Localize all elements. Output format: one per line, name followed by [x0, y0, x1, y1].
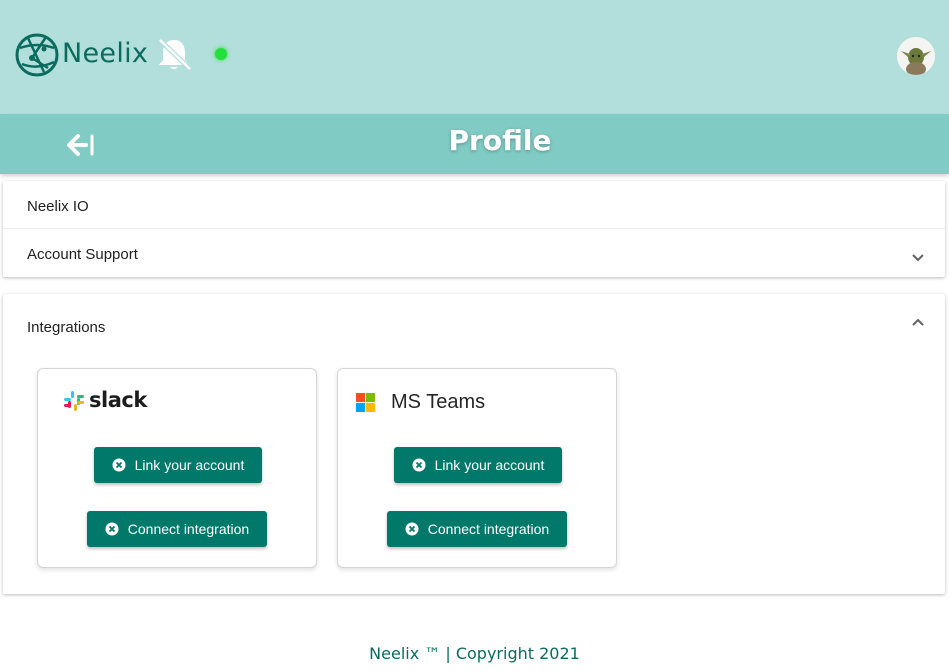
- chevron-up-icon: [912, 318, 924, 326]
- cancel-circle-icon: [105, 522, 119, 536]
- cancel-circle-icon: [412, 458, 426, 472]
- cancel-circle-icon: [405, 522, 419, 536]
- msteams-integration-card: MS Teams Link your account Connect integ…: [337, 368, 617, 568]
- msteams-connect-integration-label: Connect integration: [427, 521, 550, 537]
- msteams-link-account-button[interactable]: Link your account: [394, 447, 562, 483]
- section-integrations-label: Integrations: [27, 319, 106, 336]
- online-status-indicator: [215, 48, 227, 60]
- slack-connect-integration-label: Connect integration: [127, 521, 250, 537]
- slack-label: slack: [89, 388, 147, 412]
- msteams-link-account-label: Link your account: [434, 457, 545, 473]
- chevron-down-icon: [912, 254, 924, 262]
- section-account-support[interactable]: Account Support: [3, 229, 945, 277]
- page-title: Profile: [448, 124, 552, 157]
- section-account-support-label: Account Support: [27, 246, 138, 263]
- microsoft-icon: [356, 393, 375, 412]
- slack-connect-integration-button[interactable]: Connect integration: [87, 511, 267, 547]
- cancel-circle-icon: [112, 458, 126, 472]
- section-neelix-io-label: Neelix IO: [27, 198, 89, 215]
- avatar[interactable]: [897, 37, 935, 75]
- neelix-logo-icon: [15, 33, 59, 77]
- integrations-panel: Integrations slack Link your account Con…: [3, 294, 945, 594]
- brand-name: Neelix: [62, 38, 149, 69]
- msteams-connect-integration-button[interactable]: Connect integration: [387, 511, 567, 547]
- top-app-bar: Neelix: [0, 0, 949, 114]
- footer-copyright: Neelix ™ | Copyright 2021: [369, 644, 580, 663]
- profile-sections-panel: Neelix IO Account Support: [3, 181, 945, 277]
- slack-icon: [64, 391, 84, 411]
- slack-integration-card: slack Link your account Connect integrat…: [37, 368, 317, 568]
- bell-off-icon[interactable]: [154, 36, 194, 72]
- slack-link-account-label: Link your account: [134, 457, 245, 473]
- section-integrations[interactable]: Integrations: [3, 294, 945, 360]
- msteams-label: MS Teams: [391, 391, 486, 413]
- user-avatar-icon: [897, 37, 935, 75]
- slack-link-account-button[interactable]: Link your account: [94, 447, 262, 483]
- section-neelix-io[interactable]: Neelix IO: [3, 181, 945, 229]
